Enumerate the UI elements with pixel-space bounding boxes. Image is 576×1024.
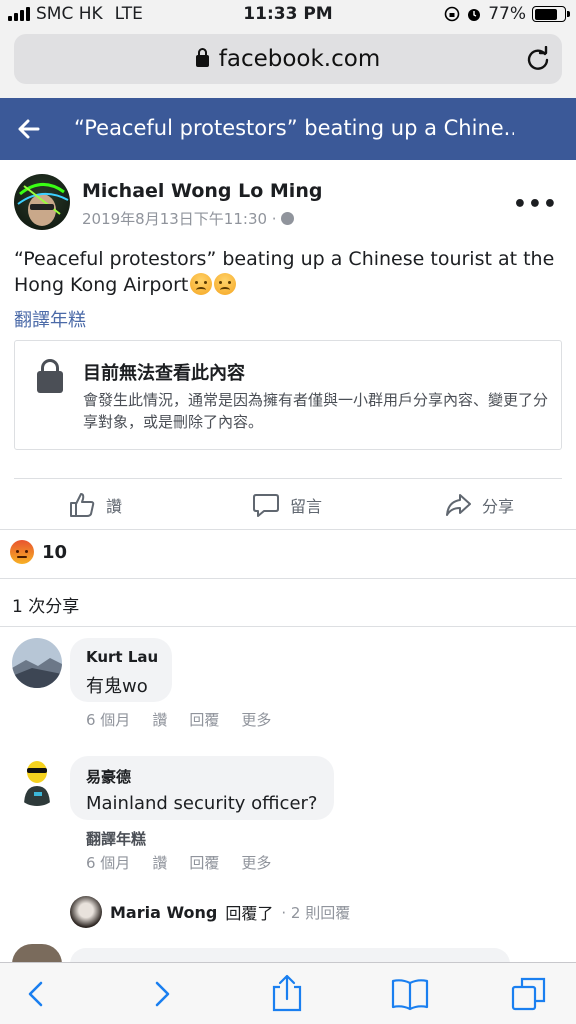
thumbs-up-icon <box>70 493 95 517</box>
comment-text: Mainland security officer? <box>86 793 318 814</box>
share-button[interactable]: 分享 <box>444 491 514 519</box>
reply-count: · 2 則回覆 <box>281 903 351 922</box>
browser-bar: facebook.com <box>0 30 576 98</box>
post-action-bar: 讚 留言 分享 <box>14 478 562 530</box>
commenter-avatar[interactable] <box>12 944 62 964</box>
comment-time: 6 個月 <box>86 711 131 729</box>
reply-author: Maria Wong <box>110 902 218 922</box>
globe-icon <box>280 212 294 225</box>
orientation-lock-icon <box>444 6 460 22</box>
reload-icon[interactable] <box>526 46 550 72</box>
comment-bubble: Kurt Lau 有鬼wo <box>70 638 172 702</box>
tabs-icon[interactable] <box>510 975 548 1013</box>
divider <box>0 529 576 530</box>
header-title: “Peaceful protestors” beating up a Chine… <box>74 116 514 140</box>
divider <box>0 578 576 579</box>
reply-verb: 回覆了 <box>225 904 274 923</box>
comment-bubble: 易豪德 Mainland security officer? <box>70 756 334 820</box>
post-text: “Peaceful protestors” beating up a Chine… <box>14 246 562 298</box>
url-text: facebook.com <box>218 46 381 72</box>
comment-reply-button[interactable]: 回覆 <box>189 709 219 730</box>
page-header: “Peaceful protestors” beating up a Chine… <box>0 98 576 160</box>
poster-name[interactable]: Michael Wong Lo Ming <box>82 180 322 202</box>
unavailable-description: 會發生此情況，通常是因為擁有者僅與一小群用戶分享內容、變更了分享對象，或是刪除了… <box>83 391 549 431</box>
comment-actions: 6 個月 讚 回覆 更多 <box>86 709 271 730</box>
unavailable-title: 目前無法查看此內容 <box>83 363 245 384</box>
comment-reply-button[interactable]: 回覆 <box>189 852 219 873</box>
poster-avatar[interactable] <box>14 174 70 230</box>
share-count[interactable]: 1 次分享 <box>12 592 79 617</box>
comment-label: 留言 <box>290 497 323 516</box>
divider <box>0 626 576 627</box>
share-label: 分享 <box>482 497 515 516</box>
comment-time: 6 個月 <box>86 854 131 872</box>
share-arrow-icon <box>446 494 471 516</box>
reaction-count: 10 <box>42 541 68 563</box>
reply-avatar <box>70 896 102 928</box>
commenter-name[interactable]: Kurt Lau <box>86 648 158 666</box>
battery-percent: 77% <box>488 4 526 24</box>
comment-text: 有鬼wo <box>86 676 148 697</box>
angry-reaction-icon <box>10 540 34 564</box>
more-options-icon[interactable]: ••• <box>513 192 558 217</box>
comment-like-button[interactable]: 讚 <box>152 709 167 730</box>
comment-icon <box>253 494 279 517</box>
post-timestamp-text: 2019年8月13日下午11:30 · <box>82 210 277 228</box>
commenter-avatar[interactable] <box>12 756 62 806</box>
like-label: 讚 <box>106 497 123 516</box>
lock-icon <box>195 48 209 67</box>
commenter-name[interactable]: 易豪德 <box>86 766 318 787</box>
forward-chevron-icon[interactable] <box>150 977 174 1011</box>
share-icon[interactable] <box>270 973 304 1013</box>
post-timestamp: 2019年8月13日下午11:30 · <box>82 208 294 229</box>
comment-more-button[interactable]: 更多 <box>241 709 271 730</box>
bookmarks-icon[interactable] <box>390 977 430 1011</box>
comment-actions: 6 個月 讚 回覆 更多 <box>86 852 271 873</box>
post-body: “Peaceful protestors” beating up a Chine… <box>14 248 555 296</box>
status-bar: SMC HK LTE 11:33 PM 77% <box>0 0 576 30</box>
comment-translate-link[interactable]: 翻譯年糕 <box>86 828 146 849</box>
back-arrow-icon[interactable] <box>16 116 42 142</box>
battery-icon <box>532 6 570 22</box>
comment-like-button[interactable]: 讚 <box>152 852 167 873</box>
commenter-avatar[interactable] <box>12 638 62 688</box>
frowning-emoji-icon <box>190 273 213 295</box>
battery-level <box>534 8 557 20</box>
address-bar[interactable]: facebook.com <box>14 34 562 84</box>
translate-link[interactable]: 翻譯年糕 <box>14 306 86 332</box>
frowning-emoji-icon <box>214 273 237 295</box>
like-button[interactable]: 讚 <box>68 491 122 519</box>
browser-toolbar <box>0 962 576 1024</box>
lock-icon <box>37 359 63 393</box>
content-unavailable-card: 目前無法查看此內容 會發生此情況，通常是因為擁有者僅與一小群用戶分享內容、變更了… <box>14 340 562 450</box>
view-replies-link[interactable]: Maria Wong 回覆了 · 2 則回覆 <box>70 896 350 928</box>
post-header: Michael Wong Lo Ming 2019年8月13日下午11:30 ·… <box>14 172 562 232</box>
comment-button[interactable]: 留言 <box>252 491 322 519</box>
back-chevron-icon[interactable] <box>24 977 48 1011</box>
alarm-icon <box>468 9 481 21</box>
comment-more-button[interactable]: 更多 <box>241 852 271 873</box>
reaction-summary[interactable]: 10 <box>10 540 67 564</box>
